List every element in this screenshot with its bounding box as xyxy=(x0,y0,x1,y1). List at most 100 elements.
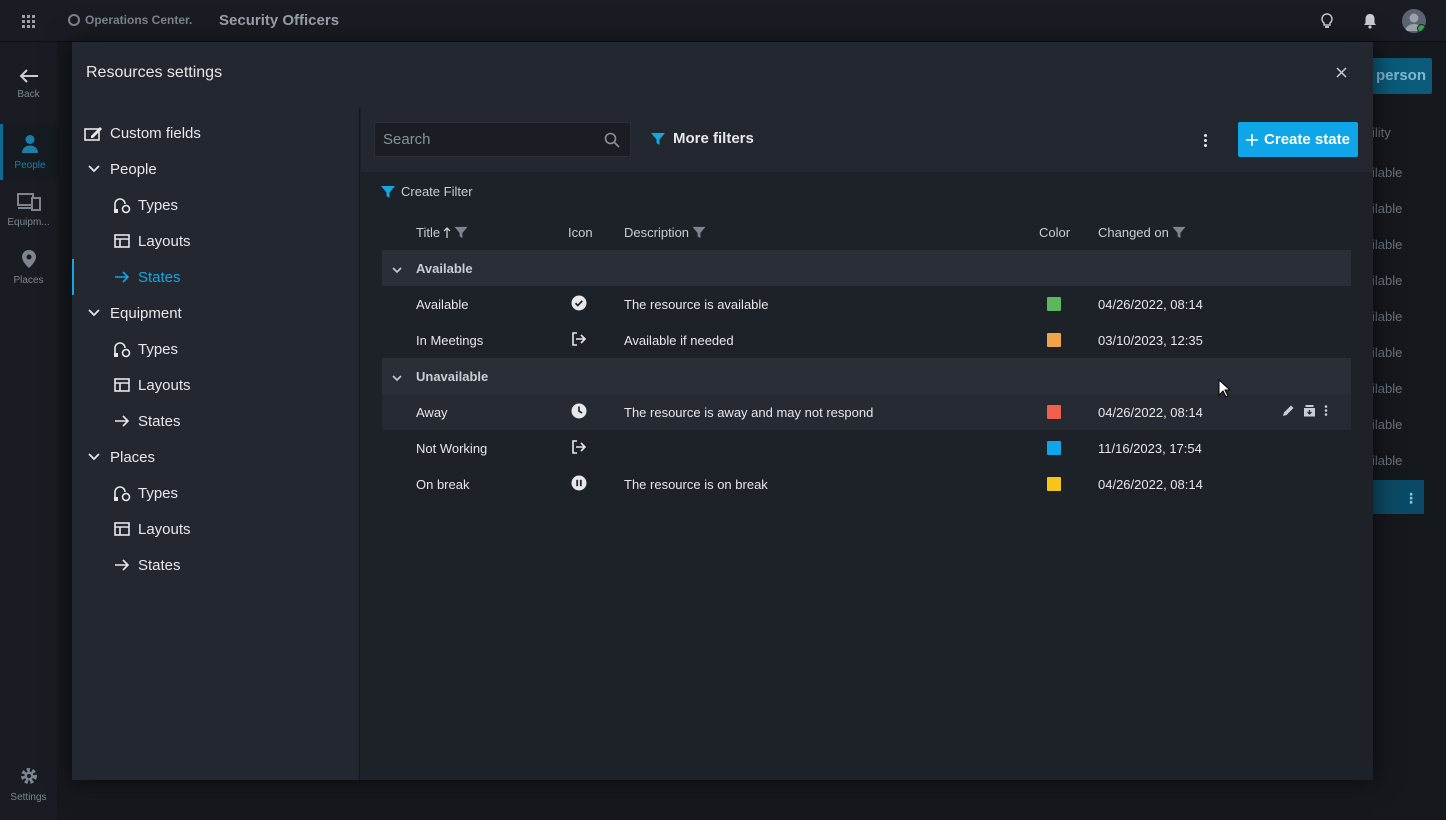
chevron-down-icon xyxy=(84,303,104,323)
nav-section-label: Equipment xyxy=(110,304,182,322)
nav-places-layouts[interactable]: Layouts xyxy=(112,511,191,547)
layout-icon xyxy=(112,375,132,395)
nav-section-equipment[interactable]: Equipment xyxy=(84,295,182,331)
table-row[interactable]: On break The resource is on break 04/26/… xyxy=(382,466,1351,502)
app-grid-icon[interactable] xyxy=(22,15,35,28)
user-avatar[interactable] xyxy=(1402,9,1426,33)
logout-arrow-icon xyxy=(571,439,587,455)
sort-ascending-icon[interactable] xyxy=(443,226,451,239)
map-pin-icon xyxy=(21,249,36,268)
row-title: On break xyxy=(416,477,470,492)
nav-section-people[interactable]: People xyxy=(84,151,157,187)
rail-places[interactable]: Places xyxy=(0,239,57,295)
brand-mark-icon xyxy=(68,14,80,26)
nav-custom-fields[interactable]: Custom fields xyxy=(84,115,201,151)
rail-back[interactable]: Back xyxy=(0,56,57,112)
bell-icon[interactable] xyxy=(1361,12,1379,30)
group-row-available[interactable]: Available xyxy=(382,250,1351,286)
nav-equipment-layouts[interactable]: Layouts xyxy=(112,367,191,403)
background-add-person-label: person xyxy=(1376,67,1427,84)
background-cell: ilable xyxy=(1372,165,1403,180)
rail-equipment[interactable]: Equipm... xyxy=(0,182,57,238)
nav-item-label: States xyxy=(138,412,181,430)
pencil-icon[interactable] xyxy=(1282,404,1295,417)
archive-icon[interactable] xyxy=(1303,404,1316,417)
row-changed-on: 11/16/2023, 17:54 xyxy=(1098,441,1202,456)
brand-logo: Operations Center. xyxy=(68,13,192,27)
filter-icon xyxy=(381,185,395,198)
column-description[interactable]: Description xyxy=(624,225,706,240)
pause-circle-icon xyxy=(571,475,587,491)
nav-places-states[interactable]: States xyxy=(112,547,181,583)
more-filters-button[interactable]: More filters xyxy=(651,130,754,147)
create-filter-link[interactable]: Create Filter xyxy=(381,184,473,199)
group-label: Available xyxy=(416,261,473,276)
lightbulb-icon[interactable] xyxy=(1318,12,1336,30)
row-title: Not Working xyxy=(416,441,488,456)
column-icon: Icon xyxy=(568,225,593,240)
filter-icon[interactable] xyxy=(692,226,706,239)
row-description: The resource is available xyxy=(624,297,769,312)
background-selected-row: ⋮ xyxy=(1372,480,1424,514)
search-input[interactable] xyxy=(375,123,595,156)
nav-item-label: Layouts xyxy=(138,376,191,394)
background-cell: ilable xyxy=(1372,237,1403,252)
nav-equipment-types[interactable]: Types xyxy=(112,331,178,367)
chevron-down-icon xyxy=(84,447,104,467)
group-label: Unavailable xyxy=(416,369,489,384)
presence-status-icon xyxy=(1417,24,1426,33)
rail-settings[interactable]: Settings xyxy=(0,756,57,812)
create-state-label: Create state xyxy=(1264,131,1350,148)
arrow-right-icon xyxy=(112,555,132,575)
chevron-down-icon[interactable] xyxy=(392,370,402,385)
nav-people-types[interactable]: Types xyxy=(112,187,178,223)
rail-back-label: Back xyxy=(17,88,40,100)
row-title: Available xyxy=(416,297,469,312)
search-field[interactable] xyxy=(374,122,631,157)
nav-section-places[interactable]: Places xyxy=(84,439,155,475)
resources-settings-dialog: Resources settings Custom fields People … xyxy=(72,42,1373,780)
arrow-left-icon xyxy=(19,68,38,83)
background-cell: ilable xyxy=(1372,309,1403,324)
nav-equipment-states[interactable]: States xyxy=(112,403,181,439)
types-icon xyxy=(112,483,132,503)
more-options-icon[interactable] xyxy=(1197,130,1213,150)
clock-icon xyxy=(571,403,587,419)
arrow-right-icon xyxy=(112,267,132,287)
background-cell: ilable xyxy=(1372,201,1403,216)
row-description: Available if needed xyxy=(624,333,734,348)
table-row[interactable]: Available The resource is available 04/2… xyxy=(382,286,1351,322)
rail-equipment-label: Equipm... xyxy=(7,216,50,228)
rail-people[interactable]: People xyxy=(0,124,57,180)
row-description: The resource is away and may not respond xyxy=(624,405,874,420)
arrow-right-icon xyxy=(112,411,132,431)
nav-people-layouts[interactable]: Layouts xyxy=(112,223,191,259)
table-row[interactable]: In Meetings Available if needed 03/10/20… xyxy=(382,322,1351,358)
nav-people-states[interactable]: States xyxy=(112,259,181,295)
table-row[interactable]: Not Working 11/16/2023, 17:54 xyxy=(382,430,1351,466)
chevron-down-icon[interactable] xyxy=(392,262,402,277)
filter-icon[interactable] xyxy=(1172,226,1186,239)
logout-arrow-icon xyxy=(571,331,587,347)
nav-item-label: Types xyxy=(138,196,179,214)
column-changed-on[interactable]: Changed on xyxy=(1098,225,1186,240)
color-swatch xyxy=(1047,477,1061,491)
filter-icon[interactable] xyxy=(454,226,468,239)
close-icon[interactable] xyxy=(1333,64,1349,80)
create-state-button[interactable]: Create state xyxy=(1238,122,1358,157)
left-rail: Back People Equipm... Places Settings xyxy=(0,42,57,820)
table-row[interactable]: Away The resource is away and may not re… xyxy=(382,394,1351,430)
search-icon[interactable] xyxy=(604,132,620,153)
row-more-options-icon[interactable] xyxy=(1324,404,1328,417)
top-bar: Operations Center. Security Officers xyxy=(0,0,1446,42)
background-column-header: ility xyxy=(1372,125,1391,140)
nav-item-label: States xyxy=(138,268,181,286)
row-title: Away xyxy=(416,405,448,420)
nav-item-label: States xyxy=(138,556,181,574)
filter-icon xyxy=(651,132,665,145)
color-swatch xyxy=(1047,441,1061,455)
nav-section-label: Places xyxy=(110,448,156,466)
column-title[interactable]: Title xyxy=(416,225,468,240)
group-row-unavailable[interactable]: Unavailable xyxy=(382,358,1351,394)
nav-places-types[interactable]: Types xyxy=(112,475,178,511)
